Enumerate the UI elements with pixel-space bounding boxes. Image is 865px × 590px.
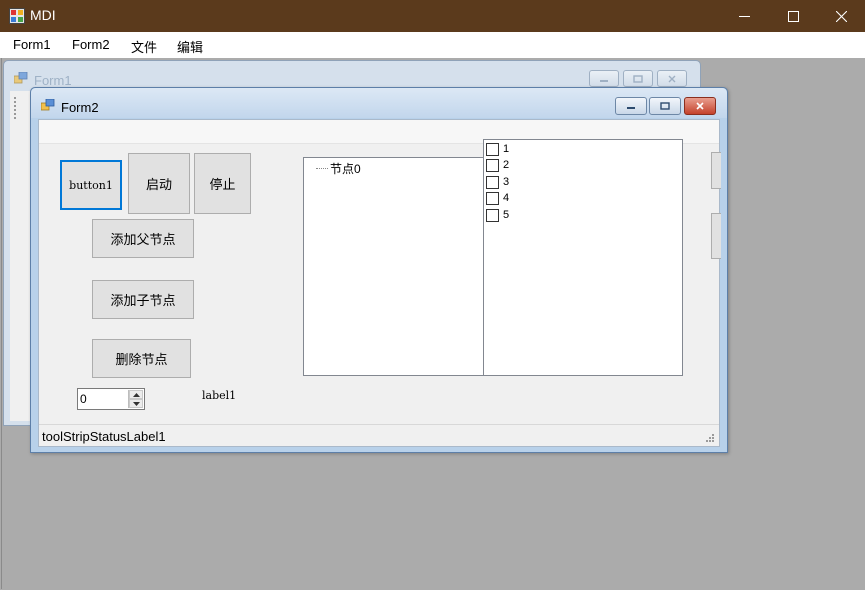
app-title: MDI bbox=[30, 7, 56, 23]
checkbox[interactable] bbox=[486, 158, 499, 172]
partial-button[interactable] bbox=[711, 152, 721, 189]
minimize-icon bbox=[627, 107, 635, 109]
form2-close-button[interactable] bbox=[684, 97, 716, 115]
resize-grip-icon[interactable] bbox=[703, 433, 715, 445]
checkbox[interactable] bbox=[486, 191, 499, 205]
menu-item-file[interactable]: 文件 bbox=[131, 37, 157, 56]
form2-client-area: button1 启动 停止 添加父节点 添加子节点 删除节点 0 label1 … bbox=[38, 119, 721, 447]
close-button[interactable] bbox=[818, 0, 864, 32]
stop-button[interactable]: 停止 bbox=[194, 153, 251, 214]
checked-list-box[interactable]: 1 2 3 4 5 bbox=[483, 139, 683, 376]
checklist-item-label: 3 bbox=[503, 176, 510, 188]
checkbox[interactable] bbox=[486, 208, 499, 222]
form1-minimize-button[interactable] bbox=[589, 70, 619, 87]
form2-window[interactable]: Form2 button1 启动 停止 添加父节点 添加子节点 删除节点 0 l… bbox=[30, 87, 728, 453]
checklist-item[interactable]: 2 bbox=[486, 157, 509, 173]
close-icon bbox=[835, 10, 847, 22]
tree-node-label[interactable]: 节点0 bbox=[330, 160, 361, 177]
checklist-item-label: 5 bbox=[503, 209, 510, 221]
form2-minimize-button[interactable] bbox=[615, 97, 647, 115]
form-icon bbox=[41, 99, 55, 111]
close-icon bbox=[668, 75, 676, 82]
title-bar[interactable]: MDI bbox=[0, 0, 865, 32]
checkbox[interactable] bbox=[486, 175, 499, 189]
close-icon bbox=[696, 102, 704, 110]
toolstrip-grip[interactable] bbox=[14, 97, 17, 119]
checkbox[interactable] bbox=[486, 142, 499, 156]
partial-button[interactable] bbox=[711, 213, 721, 259]
form1-title: Form1 bbox=[34, 73, 72, 88]
start-button[interactable]: 启动 bbox=[128, 153, 190, 214]
delete-node-button[interactable]: 删除节点 bbox=[92, 339, 191, 378]
menu-item-form1[interactable]: Form1 bbox=[13, 37, 51, 52]
minimize-icon bbox=[738, 15, 750, 17]
arrow-down-icon bbox=[132, 401, 140, 406]
form1-restore-button[interactable] bbox=[623, 70, 653, 87]
checklist-item[interactable]: 3 bbox=[486, 174, 509, 190]
minimize-icon bbox=[600, 79, 608, 82]
numeric-value[interactable]: 0 bbox=[80, 392, 87, 406]
checklist-item[interactable]: 1 bbox=[486, 141, 509, 157]
checklist-item-label: 4 bbox=[503, 192, 510, 204]
status-strip: toolStripStatusLabel1 bbox=[39, 424, 719, 446]
spin-buttons bbox=[128, 390, 143, 408]
maximize-icon bbox=[787, 10, 799, 22]
form2-title: Form2 bbox=[61, 100, 99, 115]
app-icon bbox=[9, 8, 25, 24]
menu-item-form2[interactable]: Form2 bbox=[72, 37, 110, 52]
checklist-item-label: 1 bbox=[503, 143, 510, 155]
spin-up-button[interactable] bbox=[129, 390, 143, 399]
restore-icon bbox=[633, 74, 643, 83]
form-icon bbox=[14, 72, 28, 84]
numeric-updown[interactable]: 0 bbox=[77, 388, 145, 410]
checklist-item[interactable]: 4 bbox=[486, 190, 509, 206]
minimize-button[interactable] bbox=[721, 0, 767, 32]
arrow-up-icon bbox=[132, 392, 140, 397]
tree-connector-line bbox=[316, 168, 328, 169]
form1-close-button[interactable] bbox=[657, 70, 687, 87]
tree-node[interactable]: 节点0 bbox=[316, 160, 361, 177]
add-parent-node-button[interactable]: 添加父节点 bbox=[92, 219, 194, 258]
spin-down-button[interactable] bbox=[129, 399, 143, 408]
menu-item-edit[interactable]: 编辑 bbox=[177, 37, 203, 56]
checklist-item-label: 2 bbox=[503, 159, 510, 171]
menu-bar: Form1 Form2 文件 编辑 bbox=[0, 32, 865, 58]
add-child-node-button[interactable]: 添加子节点 bbox=[92, 280, 194, 319]
status-label: toolStripStatusLabel1 bbox=[42, 429, 166, 444]
restore-icon bbox=[660, 102, 670, 110]
form2-restore-button[interactable] bbox=[649, 97, 681, 115]
button1[interactable]: button1 bbox=[60, 160, 122, 210]
checklist-item[interactable]: 5 bbox=[486, 207, 509, 223]
label1: label1 bbox=[202, 389, 237, 402]
maximize-button[interactable] bbox=[770, 0, 816, 32]
